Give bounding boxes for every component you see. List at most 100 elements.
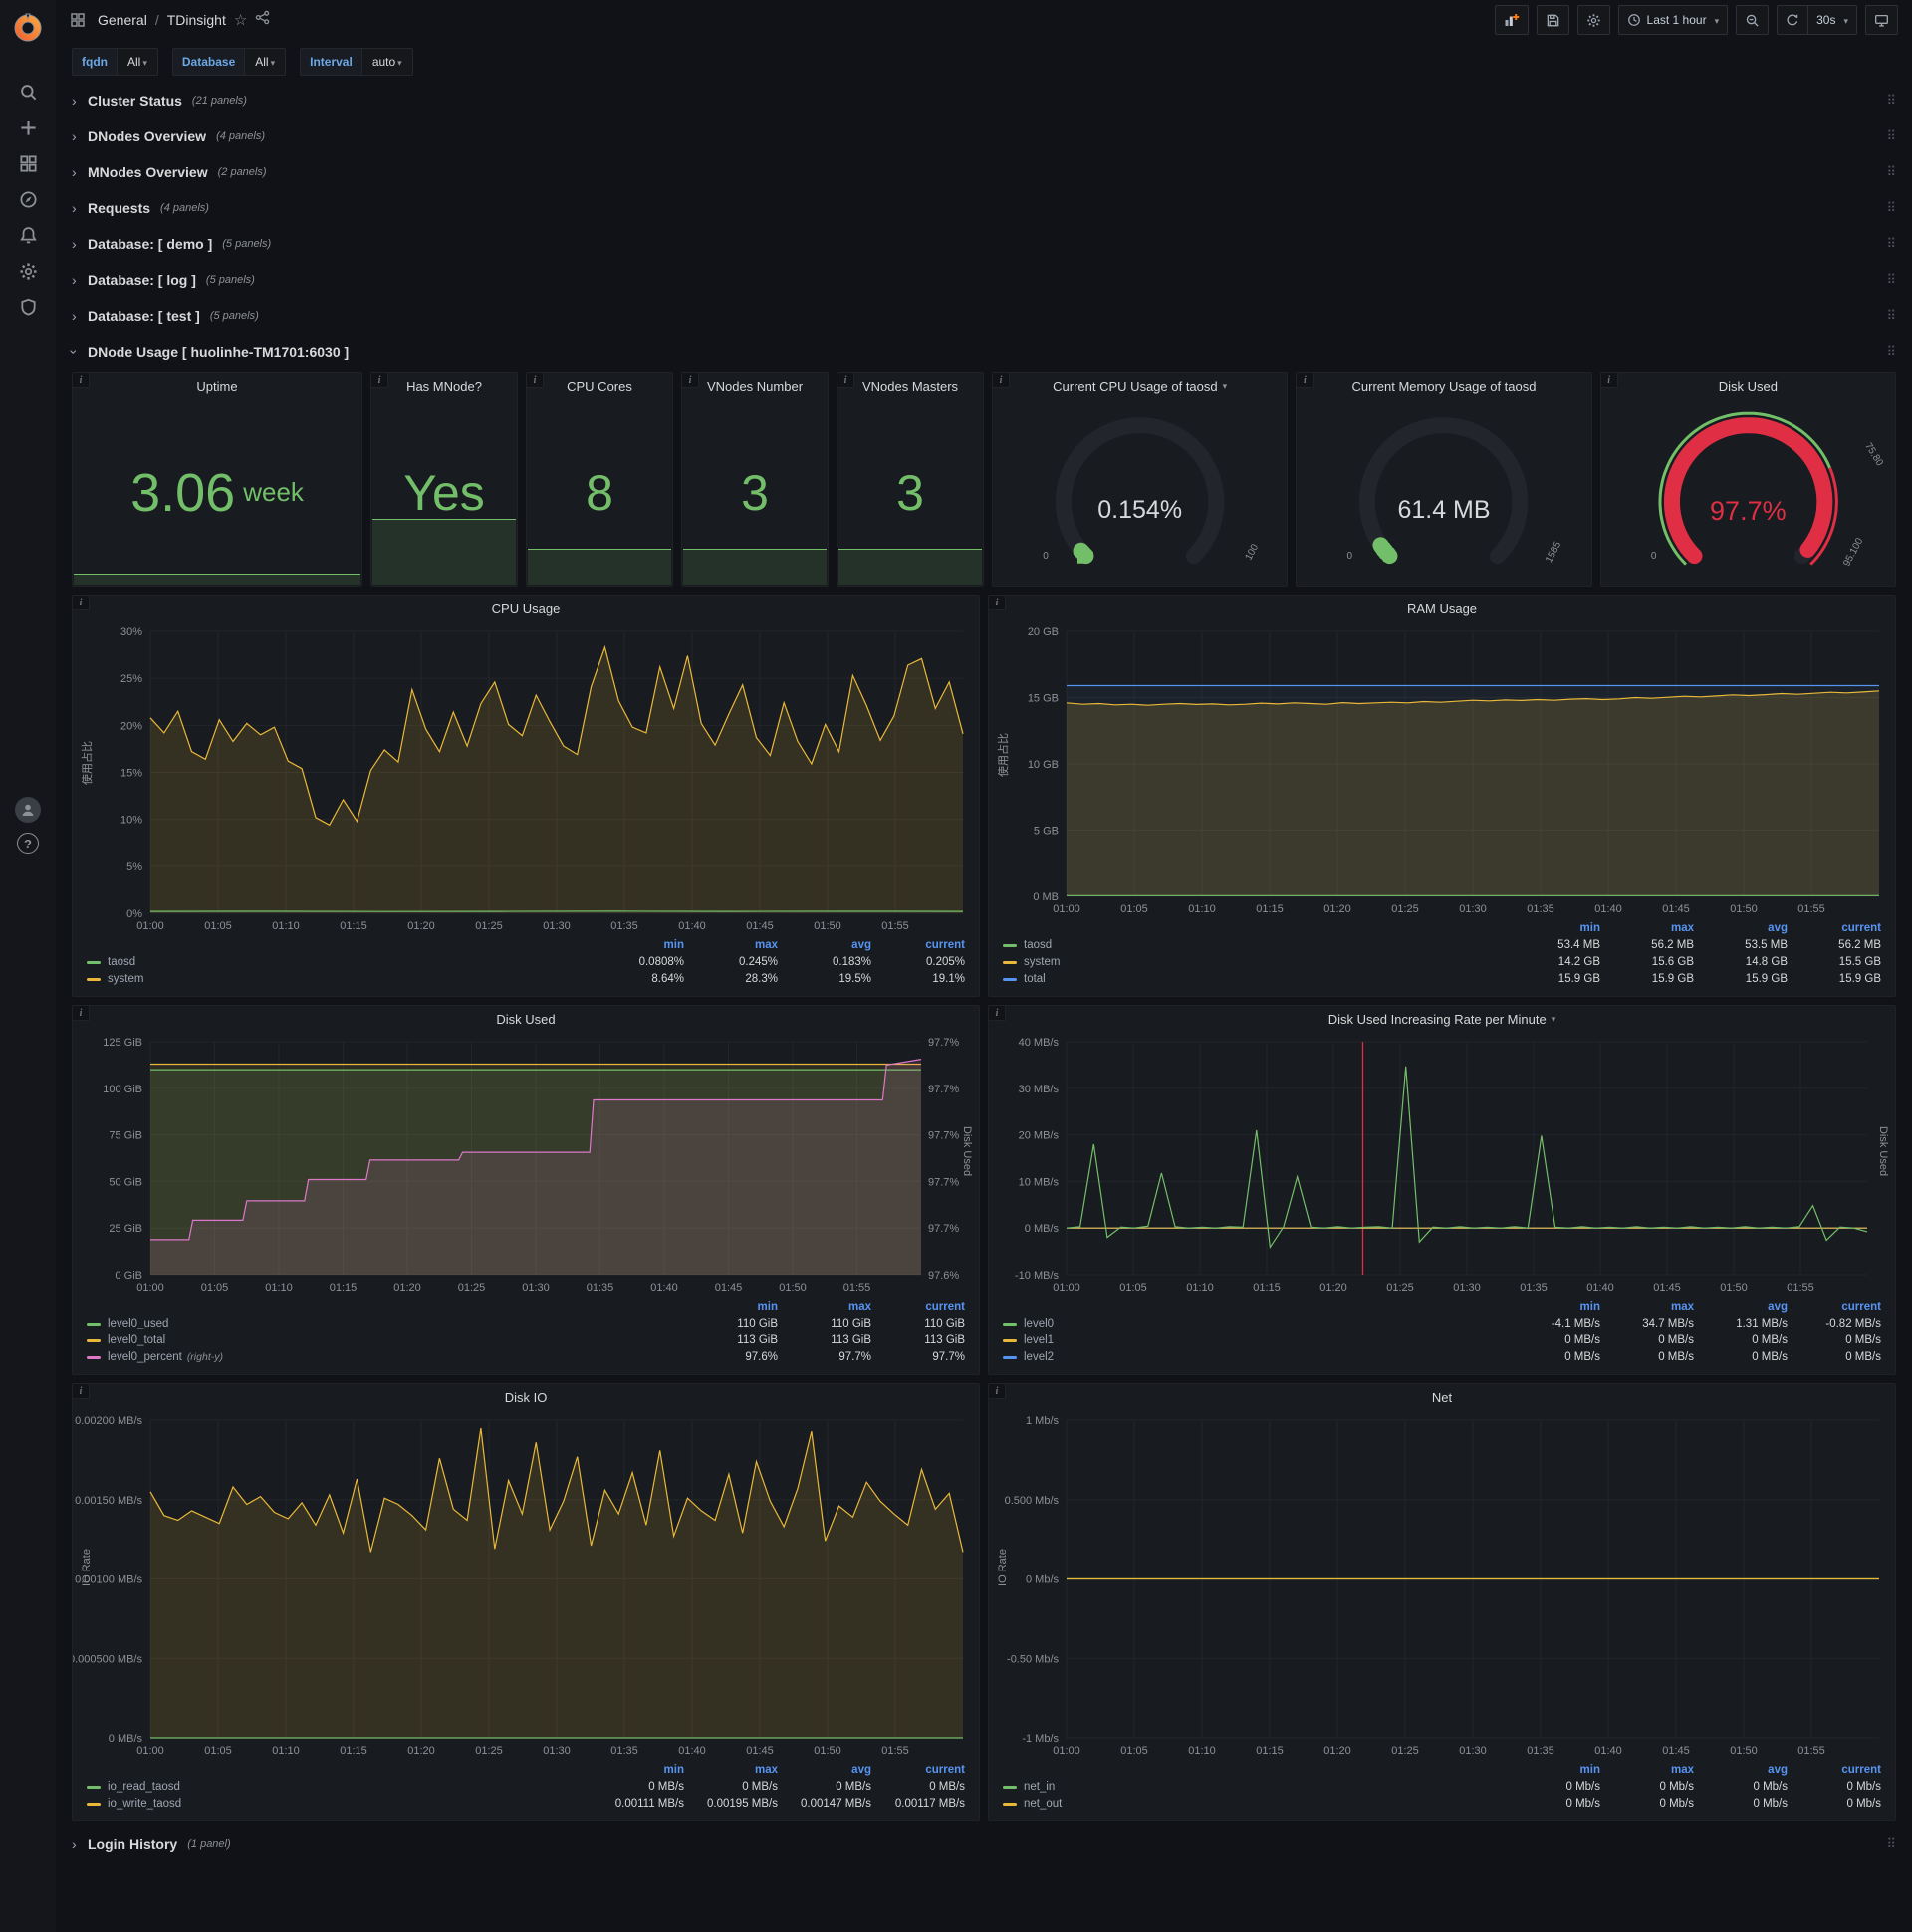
row-drag-handle[interactable] <box>1886 272 1896 288</box>
panel-info-icon[interactable] <box>527 373 544 388</box>
row-dnode-usage[interactable]: DNode Usage [ huolinhe-TM1701:6030 ] <box>72 337 1896 366</box>
grafana-logo[interactable] <box>8 10 48 46</box>
share-icon[interactable] <box>255 10 270 30</box>
zoom-out-button[interactable] <box>1736 5 1770 35</box>
legend-series-level1[interactable]: level1 <box>1003 1332 1507 1349</box>
legend-col-min[interactable]: min <box>684 1299 778 1316</box>
legend-series-system[interactable]: system <box>87 971 591 988</box>
panel-title[interactable]: VNodes Number <box>682 373 828 399</box>
panel-info-icon[interactable] <box>989 1006 1006 1021</box>
legend-col-max[interactable]: max <box>1600 920 1694 937</box>
legend-col-max[interactable]: max <box>778 1299 871 1316</box>
legend-series-taosd[interactable]: taosd <box>87 954 591 971</box>
panel-info-icon[interactable] <box>1600 373 1618 388</box>
row-drag-handle[interactable] <box>1886 93 1896 109</box>
legend-col-min[interactable]: min <box>1507 1762 1600 1779</box>
legend-series-level2[interactable]: level2 <box>1003 1349 1507 1366</box>
panel-info-icon[interactable] <box>989 596 1006 610</box>
dashboard-settings-button[interactable] <box>1576 5 1610 35</box>
dashboard-squares-icon[interactable] <box>66 8 90 32</box>
row-drag-handle[interactable] <box>1886 236 1896 252</box>
legend-col-min[interactable]: min <box>591 1762 684 1779</box>
panel-title[interactable]: Net <box>989 1384 1895 1410</box>
time-range-picker[interactable]: Last 1 hour <box>1617 5 1729 35</box>
row-mnodes-overview[interactable]: MNodes Overview(2 panels) <box>72 157 1896 187</box>
legend-col-avg[interactable]: avg <box>778 1762 871 1779</box>
legend-series-level0[interactable]: level0 <box>1003 1316 1507 1332</box>
legend-col-max[interactable]: max <box>684 1762 778 1779</box>
legend-col-min[interactable]: min <box>591 937 684 954</box>
search-icon[interactable] <box>8 74 48 110</box>
legend-series-taosd[interactable]: taosd <box>1003 937 1507 954</box>
create-plus-icon[interactable] <box>8 110 48 145</box>
panel-title[interactable]: CPU Usage <box>73 596 979 621</box>
row-drag-handle[interactable] <box>1886 344 1896 360</box>
panel-title[interactable]: Disk Used <box>73 1006 979 1032</box>
explore-compass-icon[interactable] <box>8 181 48 217</box>
configuration-gear-icon[interactable] <box>8 253 48 289</box>
panel-info-icon[interactable] <box>837 373 854 388</box>
legend-col-max[interactable]: max <box>1600 1762 1694 1779</box>
row-requests[interactable]: Requests(4 panels) <box>72 193 1896 223</box>
variable-select-database[interactable]: All <box>244 48 287 76</box>
panel-info-icon[interactable] <box>682 373 699 388</box>
panel-title[interactable]: Uptime <box>73 373 361 399</box>
cycle-view-button[interactable] <box>1865 5 1898 35</box>
legend-col-max[interactable]: max <box>684 937 778 954</box>
legend-series-total[interactable]: total <box>1003 971 1507 988</box>
legend-series-level0_total[interactable]: level0_total <box>87 1332 684 1349</box>
legend-col-current[interactable]: current <box>1788 920 1881 937</box>
breadcrumb-title[interactable]: TDinsight <box>167 12 226 28</box>
panel-title[interactable]: Has MNode? <box>371 373 517 399</box>
row-dnodes-overview[interactable]: DNodes Overview(4 panels) <box>72 121 1896 151</box>
legend-col-min[interactable]: min <box>1507 920 1600 937</box>
refresh-interval-select[interactable]: 30s <box>1808 5 1857 35</box>
panel-title[interactable]: Disk IO <box>73 1384 979 1410</box>
panel-info-icon[interactable] <box>73 596 90 610</box>
legend-col-max[interactable]: max <box>1600 1299 1694 1316</box>
legend-series-level0_used[interactable]: level0_used <box>87 1316 684 1332</box>
legend-col-current[interactable]: current <box>1788 1762 1881 1779</box>
panel-info-icon[interactable] <box>73 373 90 388</box>
dashboards-icon[interactable] <box>8 145 48 181</box>
variable-select-fqdn[interactable]: All <box>117 48 158 76</box>
panel-title[interactable]: VNodes Masters <box>837 373 983 399</box>
refresh-button[interactable] <box>1777 5 1809 35</box>
help-icon[interactable] <box>17 833 39 854</box>
panel-title[interactable]: RAM Usage <box>989 596 1895 621</box>
legend-series-level0_percent[interactable]: level0_percent (right-y) <box>87 1349 684 1366</box>
panel-info-icon[interactable] <box>73 1384 90 1399</box>
row-drag-handle[interactable] <box>1886 128 1896 144</box>
legend-col-current[interactable]: current <box>1788 1299 1881 1316</box>
legend-col-avg[interactable]: avg <box>778 937 871 954</box>
breadcrumb-section[interactable]: General <box>98 12 147 28</box>
legend-col-avg[interactable]: avg <box>1694 1299 1788 1316</box>
add-panel-button[interactable] <box>1494 5 1529 35</box>
row-database-log[interactable]: Database: [ log ](5 panels) <box>72 265 1896 295</box>
row-drag-handle[interactable] <box>1886 200 1896 216</box>
legend-col-avg[interactable]: avg <box>1694 920 1788 937</box>
server-admin-shield-icon[interactable] <box>8 289 48 325</box>
panel-info-icon[interactable] <box>1297 373 1314 388</box>
legend-series-system[interactable]: system <box>1003 954 1507 971</box>
row-drag-handle[interactable] <box>1886 308 1896 324</box>
legend-series-net_out[interactable]: net_out <box>1003 1796 1507 1812</box>
row-cluster-status[interactable]: Cluster Status(21 panels) <box>72 86 1896 116</box>
row-drag-handle[interactable] <box>1886 1836 1896 1852</box>
row-database-demo[interactable]: Database: [ demo ](5 panels) <box>72 229 1896 259</box>
panel-info-icon[interactable] <box>371 373 388 388</box>
row-drag-handle[interactable] <box>1886 164 1896 180</box>
alerting-bell-icon[interactable] <box>8 217 48 253</box>
legend-series-net_in[interactable]: net_in <box>1003 1779 1507 1796</box>
legend-col-current[interactable]: current <box>871 1299 965 1316</box>
panel-title[interactable]: CPU Cores <box>527 373 672 399</box>
panel-title[interactable]: Disk Used Increasing Rate per Minute <box>989 1006 1895 1032</box>
star-dashboard-icon[interactable] <box>234 11 247 30</box>
save-dashboard-button[interactable] <box>1536 5 1569 35</box>
variable-select-interval[interactable]: auto <box>360 48 413 76</box>
panel-title[interactable]: Current CPU Usage of taosd <box>993 373 1287 399</box>
row-login-history[interactable]: Login History(1 panel) <box>72 1829 1896 1859</box>
legend-series-io_write_taosd[interactable]: io_write_taosd <box>87 1796 591 1812</box>
legend-col-current[interactable]: current <box>871 1762 965 1779</box>
legend-col-min[interactable]: min <box>1507 1299 1600 1316</box>
